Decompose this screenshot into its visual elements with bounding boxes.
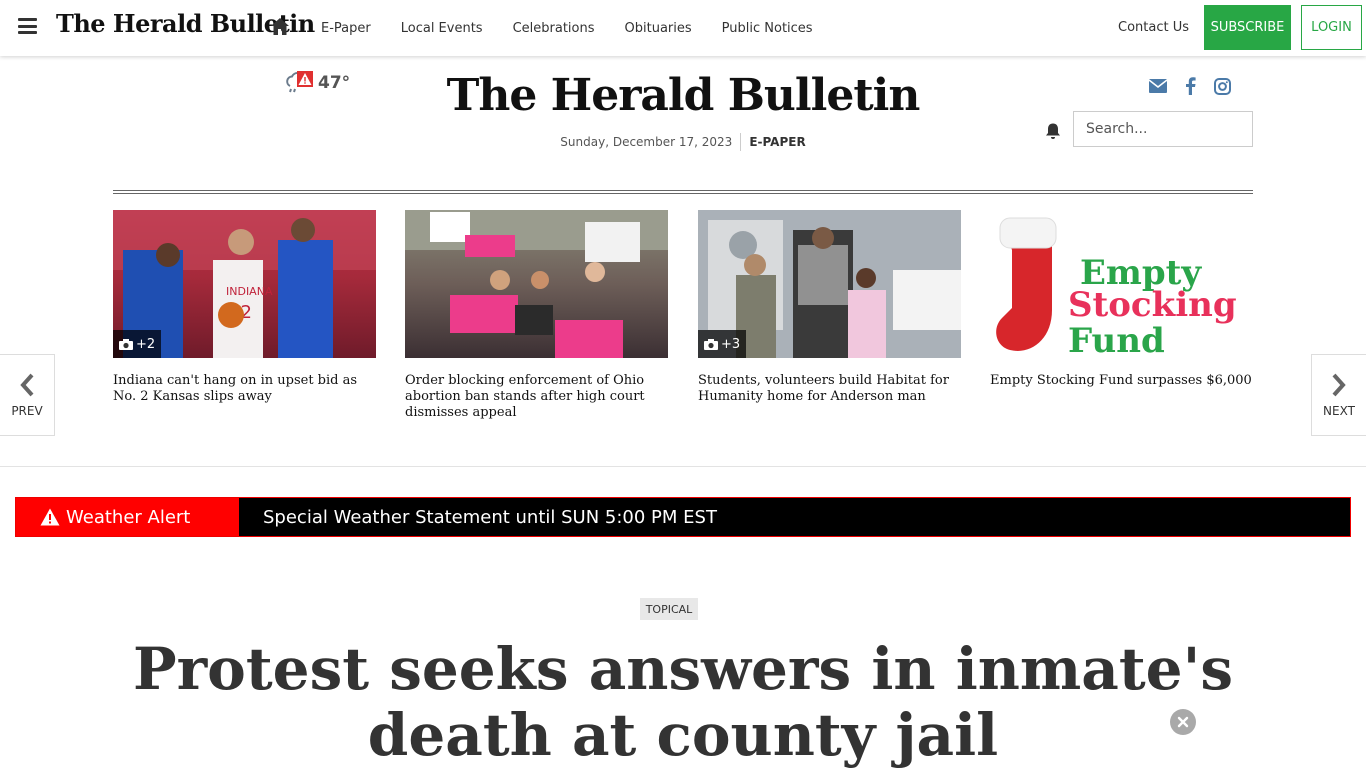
weather-alert-bar[interactable]: Weather Alert Special Weather Statement …	[15, 497, 1351, 537]
subscribe-button[interactable]: SUBSCRIBE	[1204, 5, 1291, 50]
chevron-left-icon	[20, 373, 34, 397]
carousel-prev-button[interactable]: PREV	[0, 354, 55, 436]
weather-alert-label: Weather Alert	[16, 498, 239, 536]
close-icon[interactable]	[1170, 709, 1196, 735]
article-title: Protest seeks answers in inmate's death …	[133, 635, 1233, 768]
warning-icon	[40, 508, 60, 526]
section-divider	[0, 466, 1366, 467]
prev-label: PREV	[11, 404, 43, 418]
nav-link-public-notices[interactable]: Public Notices	[707, 21, 828, 36]
weather-alert-message[interactable]: Special Weather Statement until SUN 5:00…	[239, 498, 717, 536]
stocking-word-stocking: Stocking	[1068, 285, 1237, 325]
top-navbar: The Herald Bulletin E-Paper Local Events…	[0, 0, 1366, 56]
next-label: NEXT	[1323, 404, 1355, 418]
weather-alert-label-text: Weather Alert	[66, 506, 191, 528]
nav-links: E-Paper Local Events Celebrations Obitua…	[306, 0, 828, 56]
carousel-headline[interactable]: Indiana can't hang on in upset bid as No…	[113, 373, 376, 405]
carousel-headline[interactable]: Students, volunteers build Habitat for H…	[698, 373, 961, 405]
epaper-link[interactable]: E-PAPER	[749, 135, 805, 149]
photo-count: +2	[136, 336, 156, 352]
nav-link-local-events[interactable]: Local Events	[386, 21, 498, 36]
carousel-card[interactable]: INDIANA 22 +2 Indiana can't hang on in u…	[113, 210, 376, 405]
topic-tag[interactable]: TOPICAL	[640, 598, 698, 620]
carousel-card[interactable]: Order blocking enforcement of Ohio abort…	[405, 210, 668, 421]
basketball-photo[interactable]: INDIANA 22 +2	[113, 210, 376, 358]
carousel-headline[interactable]: Empty Stocking Fund surpasses $6,000	[990, 373, 1253, 389]
menu-icon[interactable]	[18, 18, 37, 34]
nav-link-epaper[interactable]: E-Paper	[306, 21, 386, 36]
home-icon[interactable]	[270, 17, 290, 36]
protest-photo[interactable]	[405, 210, 668, 358]
facebook-icon[interactable]	[1180, 76, 1200, 96]
envelope-icon[interactable]	[1148, 76, 1168, 96]
nav-link-obituaries[interactable]: Obituaries	[610, 21, 707, 36]
search-input[interactable]	[1073, 111, 1253, 147]
habitat-house-photo[interactable]: +3	[698, 210, 961, 358]
photo-count-badge: +3	[698, 330, 747, 358]
login-button[interactable]: LOGIN	[1301, 5, 1362, 50]
social-links	[1148, 76, 1232, 96]
bell-icon[interactable]	[1044, 122, 1062, 140]
story-carousel: INDIANA 22 +2 Indiana can't hang on in u…	[113, 210, 1263, 440]
photo-count: +3	[721, 336, 741, 352]
photo-count-badge: +2	[113, 330, 162, 358]
instagram-icon[interactable]	[1212, 76, 1232, 96]
camera-icon	[119, 338, 133, 350]
contact-us-link[interactable]: Contact Us	[1118, 20, 1189, 35]
current-date: Sunday, December 17, 2023	[560, 135, 733, 149]
chevron-right-icon	[1332, 373, 1346, 397]
masthead: 47° The Herald Bulletin Sunday, December…	[98, 56, 1268, 196]
carousel-card[interactable]: Empty Stocking Fund Empty Stocking Fund …	[990, 210, 1253, 389]
carousel-card[interactable]: +3 Students, volunteers build Habitat fo…	[698, 210, 961, 405]
stocking-word-fund: Fund	[1068, 321, 1165, 358]
carousel-next-button[interactable]: NEXT	[1311, 354, 1366, 436]
carousel-headline[interactable]: Order blocking enforcement of Ohio abort…	[405, 373, 668, 421]
svg-text:INDIANA: INDIANA	[226, 285, 273, 298]
nav-link-celebrations[interactable]: Celebrations	[498, 21, 610, 36]
masthead-divider	[113, 190, 1253, 194]
camera-icon	[704, 338, 718, 350]
empty-stocking-fund-graphic[interactable]: Empty Stocking Fund	[990, 210, 1253, 358]
